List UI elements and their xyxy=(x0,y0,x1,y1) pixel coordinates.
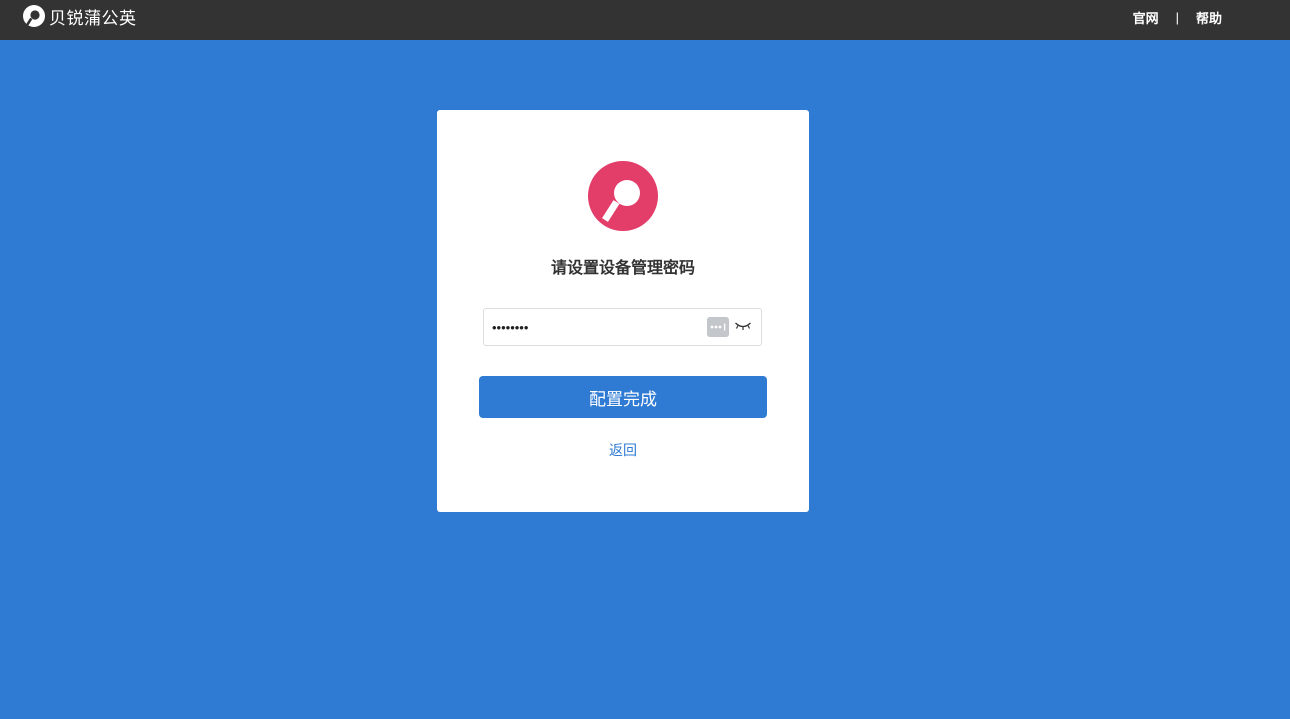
password-field xyxy=(483,308,762,346)
password-key-icon[interactable] xyxy=(707,317,729,337)
finish-config-button[interactable]: 配置完成 xyxy=(479,376,767,418)
brand[interactable]: 贝锐蒲公英 xyxy=(22,4,137,28)
setup-card: 请设置设备管理密码 配置完成 返回 xyxy=(437,110,809,512)
top-nav: 官网 | 帮助 xyxy=(1133,8,1222,27)
back-link[interactable]: 返回 xyxy=(437,440,809,460)
eye-closed-icon[interactable] xyxy=(734,320,752,332)
page-title: 请设置设备管理密码 xyxy=(550,260,695,277)
nav-official-site-link[interactable]: 官网 xyxy=(1133,8,1159,27)
brand-name: 贝锐蒲公英 xyxy=(49,8,137,28)
top-bar: 贝锐蒲公英 官网 | 帮助 xyxy=(0,0,1290,40)
nav-help-link[interactable]: 帮助 xyxy=(1196,8,1222,27)
card-logo-icon xyxy=(588,161,658,231)
password-input[interactable] xyxy=(492,309,702,345)
brand-logo-icon xyxy=(23,5,45,27)
nav-separator: | xyxy=(1175,10,1179,25)
